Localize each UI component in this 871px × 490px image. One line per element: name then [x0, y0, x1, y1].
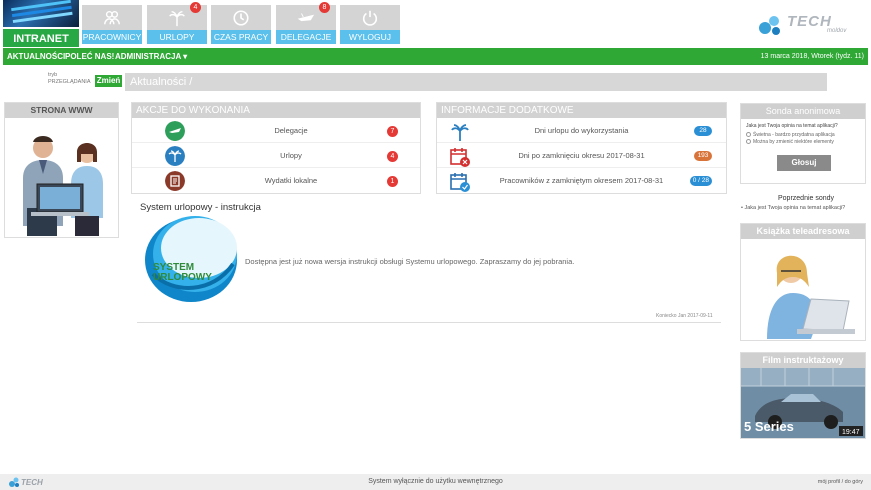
menu-item-polec-nas[interactable]: POLEĆ NAS! — [65, 48, 114, 65]
film-caption: 5 Series — [744, 419, 794, 434]
calendar-alert-icon — [450, 148, 470, 167]
nav-badge: 4 — [190, 2, 201, 13]
action-count-badge: 7 — [387, 126, 398, 137]
vacation-system-image[interactable]: SYSTEM URLOPOWY — [143, 214, 243, 306]
panel-title: STRONA WWW — [5, 103, 118, 118]
calendar-check-icon — [450, 173, 470, 192]
nav-tile-urlopy[interactable]: 4 URLOPY — [147, 2, 207, 44]
action-count-badge: 4 — [387, 151, 398, 162]
panel-title: Film instruktażowy — [741, 353, 865, 368]
article-title[interactable]: System urlopowy - instrukcja — [140, 202, 261, 213]
business-people-image — [5, 118, 118, 236]
info-row-closed-employees[interactable]: Pracowników z zamkniętym okresem 2017-08… — [437, 168, 726, 193]
action-label: Delegacje — [274, 126, 308, 135]
previous-poll-link[interactable]: • Jaka jest Twoja opinia na temat aplika… — [741, 205, 845, 211]
radio-icon[interactable] — [746, 139, 751, 145]
current-date: 13 marca 2018, Wtorek (tydz. 11) — [760, 53, 864, 60]
palm-tree-icon — [165, 146, 185, 166]
change-mode-button[interactable]: Zmień — [95, 75, 122, 87]
document-icon — [165, 171, 185, 191]
nav-badge: 8 — [319, 2, 330, 13]
menu-item-administracja[interactable]: ADMINISTRACJA ▾ — [115, 48, 187, 65]
phonebook-panel[interactable]: Książka teleadresowa — [740, 223, 866, 341]
info-row-vacation-days[interactable]: Dni urlopu do wykorzystania 28 — [437, 118, 726, 143]
video-thumbnail[interactable]: 5 Series 19:47 — [741, 368, 865, 438]
previous-polls-title: Poprzednie sondy — [778, 195, 835, 202]
panel-title: INFORMACJE DODATKOWE — [437, 103, 726, 118]
power-icon — [362, 10, 378, 26]
nav-tile-label: WYLOGUJ — [340, 30, 400, 44]
vote-button[interactable]: Głosuj — [777, 155, 831, 171]
chevron-down-icon: ▾ — [183, 52, 188, 61]
menu-item-aktualnosci[interactable]: AKTUALNOŚCI — [7, 48, 65, 65]
brand-name: TECH — [787, 13, 832, 30]
panel-title: Sonda anonimowa — [741, 104, 865, 119]
poll-option[interactable]: Świetna - bardzo przydatna aplikacja — [746, 132, 865, 138]
action-count-badge: 1 — [387, 176, 398, 187]
panel-title: AKCJE DO WYKONANIA — [132, 103, 420, 118]
palm-tree-icon — [451, 124, 469, 141]
nav-tile-delegacje[interactable]: 8 DELEGACJE — [276, 2, 336, 44]
action-row-wydatki[interactable]: Wydatki lokalne 1 — [132, 168, 420, 193]
film-panel[interactable]: Film instruktażowy 5 Series 19:47 — [740, 352, 866, 439]
brand-sub: moldov — [827, 28, 847, 34]
article-body: Dostępna jest już nowa wersja instrukcji… — [245, 257, 575, 266]
logo-label: INTRANET — [3, 27, 79, 47]
breadcrumb-path[interactable]: Aktualności / — [130, 73, 192, 91]
mode-label: tryb PRZEGLĄDANIA — [48, 72, 90, 86]
clock-icon — [233, 10, 249, 26]
nav-tile-label: DELEGACJE — [276, 30, 336, 44]
panel-title: Książka teleadresowa — [741, 224, 865, 239]
footer: TECH System wyłącznie do użytku wewnętrz… — [0, 474, 871, 490]
nav-tile-pracownicy[interactable]: PRACOWNICY — [82, 5, 142, 44]
plane-icon — [165, 121, 185, 141]
mode-label-line1: tryb — [48, 72, 58, 78]
action-row-delegacje[interactable]: Delegacje 7 — [132, 118, 420, 143]
info-value-pill: 193 — [694, 151, 712, 161]
poll-panel: Sonda anonimowa Jaka jest Twoja opinia n… — [740, 103, 866, 184]
main-menu-bar: AKTUALNOŚCI POLEĆ NAS! ADMINISTRACJA ▾ 1… — [3, 48, 868, 65]
brand-logo: TECH moldov — [757, 12, 867, 38]
nav-tile-label: PRACOWNICY — [82, 30, 142, 44]
info-panel: INFORMACJE DODATKOWE Dni urlopu do wykor… — [436, 102, 727, 194]
poll-option[interactable]: Można by zmienić niektóre elementy — [746, 139, 865, 145]
intranet-logo[interactable]: INTRANET — [3, 0, 79, 47]
nav-tile-label: CZAS PRACY — [211, 30, 271, 44]
image-text-line2: URLOPOWY — [153, 272, 212, 283]
info-value-pill: 0 / 28 — [689, 176, 712, 186]
palm-tree-icon — [169, 10, 185, 27]
breadcrumb: Aktualności / — [125, 73, 827, 91]
article-author: Koniecko Jan 2017-09-11 — [656, 313, 713, 319]
poll-option-label: Można by zmienić niektóre elementy — [753, 139, 834, 145]
menu-item-administracja-label: ADMINISTRACJA — [115, 52, 181, 61]
mode-label-line2: PRZEGLĄDANIA — [48, 79, 91, 85]
plane-icon — [297, 13, 315, 22]
nav-tile-label: URLOPY — [147, 30, 207, 44]
poll-option-label: Świetna - bardzo przydatna aplikacja — [753, 132, 835, 138]
nav-tile-wyloguj[interactable]: WYLOGUJ — [340, 5, 400, 44]
website-panel[interactable]: STRONA WWW — [4, 102, 119, 238]
info-row-days-after-close[interactable]: Dni po zamknięciu okresu 2017-08-31 193 — [437, 143, 726, 168]
nav-tile-czas-pracy[interactable]: CZAS PRACY — [211, 5, 271, 44]
logo-graphic — [3, 0, 79, 28]
divider — [137, 322, 721, 323]
info-label: Dni po zamknięciu okresu 2017-08-31 — [518, 151, 645, 160]
info-label: Pracowników z zamkniętym okresem 2017-08… — [499, 176, 664, 185]
radio-icon[interactable] — [746, 132, 751, 138]
info-value-pill: 28 — [694, 126, 712, 136]
people-icon — [104, 10, 120, 25]
action-label: Urlopy — [280, 151, 302, 160]
poll-question: Jaka jest Twoja opinia na temat aplikacj… — [746, 123, 838, 129]
phonebook-image — [741, 239, 865, 340]
action-label: Wydatki lokalne — [264, 176, 318, 185]
molecule-icon — [759, 16, 780, 35]
info-label: Dni urlopu do wykorzystania — [534, 126, 629, 135]
action-row-urlopy[interactable]: Urlopy 4 — [132, 143, 420, 168]
footer-text: System wyłącznie do użytku wewnętrznego — [368, 478, 503, 485]
actions-panel: AKCJE DO WYKONANIA Delegacje 7 Urlopy 4 … — [131, 102, 421, 194]
film-duration: 19:47 — [842, 429, 860, 436]
footer-links[interactable]: mój profil / do góry — [818, 474, 863, 490]
